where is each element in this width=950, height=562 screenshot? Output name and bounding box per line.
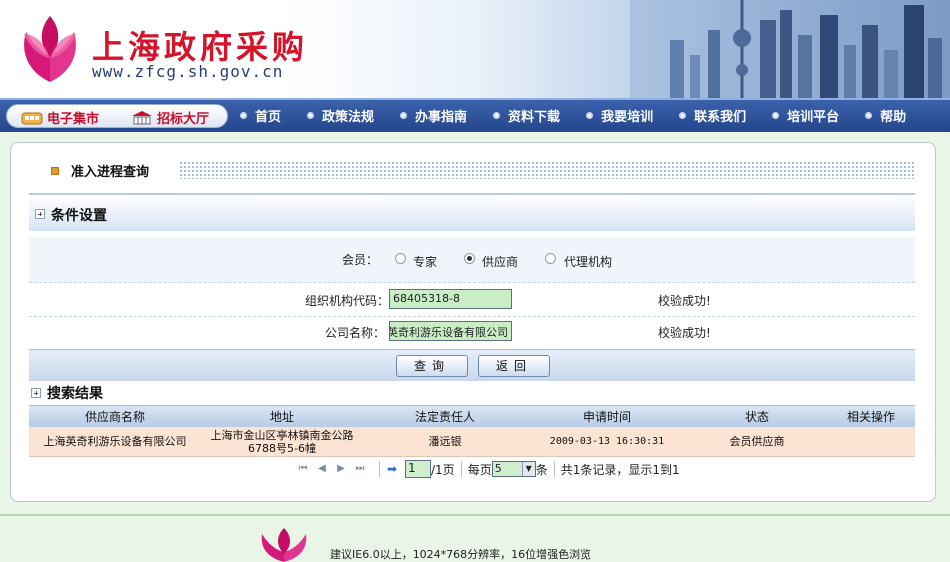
nav-link-contact[interactable]: 联系我们 bbox=[679, 106, 746, 125]
query-button[interactable]: 查询 bbox=[396, 355, 468, 377]
next-page-icon[interactable]: ▶ bbox=[335, 463, 347, 475]
pager-divider bbox=[460, 461, 462, 477]
nav-links: 首页 政策法规 办事指南 资料下载 我要培训 联系我们 培训平台 帮助 bbox=[240, 100, 906, 130]
col-address: 地址 bbox=[269, 410, 294, 424]
content-panel: 准入进程查询 条件设置 会员： 专家 供应商 代理机构 组织机构代码： 6840… bbox=[10, 142, 936, 502]
col-supplier-name: 供应商名称 bbox=[84, 410, 145, 424]
action-button-bar: 查询 返回 bbox=[29, 349, 915, 381]
table-header: 供应商名称 地址 法定责任人 申请时间 状态 相关操作 bbox=[29, 405, 915, 427]
nav-bullet-icon bbox=[865, 111, 873, 119]
per-page-select[interactable]: 5 ▼ bbox=[491, 461, 536, 477]
prev-page-icon[interactable]: ◀ bbox=[316, 463, 328, 475]
company-name-status: 校验成功! bbox=[658, 326, 711, 340]
org-code-row: 组织机构代码： 68405318-8 校验成功! bbox=[29, 285, 915, 317]
nav-bullet-icon bbox=[772, 111, 780, 119]
radio-expert-label[interactable]: 专家 bbox=[413, 253, 437, 270]
conditions-section-title: 条件设置 bbox=[51, 208, 107, 224]
nav-link-training-platform[interactable]: 培训平台 bbox=[772, 106, 839, 125]
nav-bullet-icon bbox=[679, 111, 687, 119]
expand-plus-icon[interactable] bbox=[35, 209, 45, 219]
nav-bullet-icon bbox=[586, 111, 594, 119]
member-type-row: 会员： 专家 供应商 代理机构 bbox=[29, 237, 915, 283]
nav-bullet-icon bbox=[240, 111, 247, 119]
quick-access-pill: 电子集市 招标大厅 bbox=[6, 104, 228, 128]
footer-browser-note: 建议IE6.0以上，1024*768分辨率，16位增强色浏览 bbox=[330, 548, 592, 561]
expand-plus-icon[interactable] bbox=[31, 388, 41, 398]
page-number-input[interactable]: 1 bbox=[405, 460, 431, 478]
last-page-icon[interactable]: ⏭ bbox=[354, 463, 366, 475]
site-url: www.zfcg.sh.gov.cn bbox=[92, 62, 284, 81]
company-name-label: 公司名称： bbox=[325, 326, 386, 340]
radio-supplier[interactable] bbox=[464, 253, 475, 264]
main-nav-bar: 电子集市 招标大厅 首页 政策法规 办事指南 资料下载 我要培训 联系我们 培训… bbox=[0, 98, 950, 132]
record-summary: 共1条记录，显示1到1 bbox=[560, 462, 680, 477]
footer-magnolia-logo-icon bbox=[261, 528, 307, 562]
company-name-input[interactable]: 英奇利游乐设备有限公司 bbox=[389, 321, 512, 341]
market-icon bbox=[21, 112, 43, 124]
conditions-section-header[interactable]: 条件设置 bbox=[29, 193, 915, 231]
radio-expert[interactable] bbox=[395, 253, 406, 264]
pager-divider bbox=[379, 461, 380, 477]
title-bullet-icon bbox=[51, 166, 59, 175]
page-title-row: 准入进程查询 bbox=[51, 161, 149, 180]
cell-apply-time: 2009-03-13 16:30:31 bbox=[549, 436, 665, 447]
member-label: 会员： bbox=[342, 253, 379, 267]
nav-electronic-market[interactable]: 电子集市 bbox=[21, 108, 99, 127]
title-dotted-divider bbox=[179, 161, 915, 179]
page-title: 准入进程查询 bbox=[71, 165, 150, 180]
cell-status: 会员供应商 bbox=[729, 435, 785, 448]
back-button[interactable]: 返回 bbox=[478, 355, 550, 377]
nav-electronic-market-label: 电子集市 bbox=[47, 112, 100, 127]
pagination: ⏮ ◀ ▶ ⏭ ➡ 1 /1页 每页 5 ▼ 条 共1条记录，显示1到1 bbox=[297, 459, 680, 479]
org-code-status: 校验成功! bbox=[658, 294, 711, 308]
nav-bullet-icon bbox=[400, 111, 408, 119]
org-code-input[interactable]: 68405318-8 bbox=[389, 289, 512, 309]
radio-agency-label[interactable]: 代理机构 bbox=[564, 253, 612, 270]
company-name-row: 公司名称： 英奇利游乐设备有限公司 校验成功! bbox=[29, 317, 915, 349]
cell-address: 上海市金山区亭林镇南金公路6788号5-6幢 bbox=[210, 428, 354, 455]
magnolia-logo-icon bbox=[24, 16, 76, 82]
col-legal-person: 法定责任人 bbox=[414, 410, 475, 424]
dropdown-arrow-icon[interactable]: ▼ bbox=[521, 462, 535, 476]
go-page-arrow-icon[interactable]: ➡ bbox=[386, 463, 398, 475]
nav-link-guide[interactable]: 办事指南 bbox=[400, 106, 467, 125]
nav-bullet-icon bbox=[307, 111, 315, 119]
per-page-label: 每页 bbox=[467, 462, 492, 477]
nav-link-home[interactable]: 首页 bbox=[240, 106, 281, 125]
col-actions: 相关操作 bbox=[846, 410, 895, 424]
org-code-label: 组织机构代码： bbox=[305, 294, 390, 308]
radio-agency[interactable] bbox=[545, 253, 556, 264]
nav-bidding-hall[interactable]: 招标大厅 bbox=[131, 108, 209, 127]
total-pages-label: /1页 bbox=[431, 462, 455, 477]
results-section-title: 搜索结果 bbox=[47, 386, 103, 402]
results-table: 供应商名称 地址 法定责任人 申请时间 状态 相关操作 上海英奇利游乐设备有限公… bbox=[29, 405, 915, 457]
cell-legal-person: 潘远银 bbox=[428, 435, 462, 448]
nav-bidding-hall-label: 招标大厅 bbox=[157, 112, 210, 127]
col-apply-time: 申请时间 bbox=[582, 410, 631, 424]
city-skyline-icon bbox=[630, 0, 950, 98]
bidding-hall-icon bbox=[132, 110, 152, 124]
nav-bullet-icon bbox=[493, 111, 501, 119]
nav-link-policies[interactable]: 政策法规 bbox=[307, 106, 374, 125]
first-page-icon[interactable]: ⏮ bbox=[297, 463, 309, 475]
footer-divider bbox=[0, 514, 950, 516]
col-status: 状态 bbox=[744, 410, 769, 424]
nav-link-help[interactable]: 帮助 bbox=[865, 106, 906, 125]
nav-link-downloads[interactable]: 资料下载 bbox=[493, 106, 560, 125]
radio-supplier-label[interactable]: 供应商 bbox=[482, 253, 518, 270]
site-header: 上海政府采购 www.zfcg.sh.gov.cn bbox=[0, 0, 950, 98]
table-row[interactable]: 上海英奇利游乐设备有限公司 上海市金山区亭林镇南金公路6788号5-6幢 潘远银… bbox=[29, 427, 915, 457]
nav-link-training[interactable]: 我要培训 bbox=[586, 106, 653, 125]
per-page-unit: 条 bbox=[535, 462, 548, 477]
pager-divider bbox=[553, 461, 555, 477]
cell-supplier: 上海英奇利游乐设备有限公司 bbox=[43, 435, 187, 448]
